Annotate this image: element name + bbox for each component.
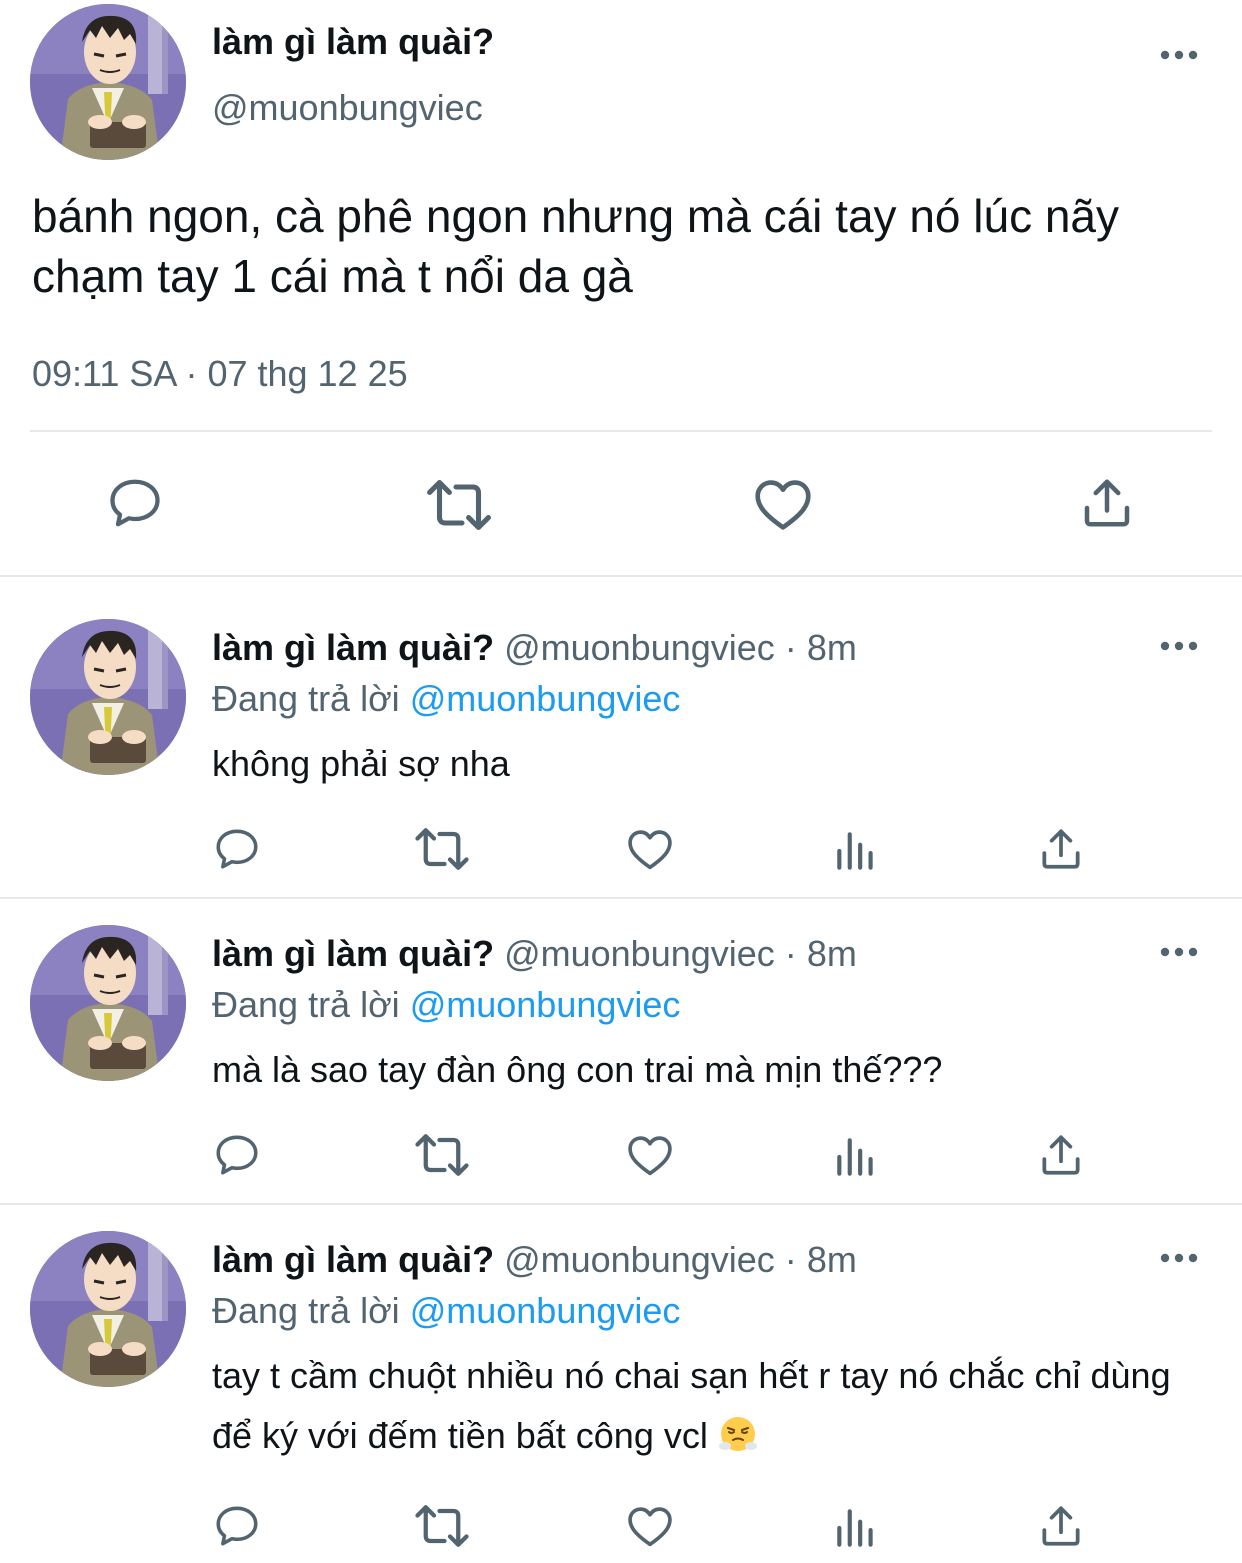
like-icon[interactable] xyxy=(750,471,816,537)
avatar[interactable] xyxy=(30,1231,186,1387)
divider xyxy=(0,575,1242,577)
replying-label: Đang trả lời xyxy=(212,1290,400,1331)
tweet-time[interactable]: 8m xyxy=(807,933,857,974)
display-name[interactable]: làm gì làm quài? xyxy=(212,1239,494,1280)
avatar[interactable] xyxy=(30,619,186,775)
avatar[interactable] xyxy=(30,4,186,160)
user-handle[interactable]: @muonbungviec xyxy=(504,1239,775,1280)
reply-icon[interactable] xyxy=(105,473,165,533)
replying-to-link[interactable]: @muonbungviec xyxy=(410,678,681,719)
tweet-timestamp[interactable]: 09:11 SA · 07 thg 12 25 xyxy=(32,352,408,396)
separator: · xyxy=(784,1239,797,1280)
views-icon[interactable] xyxy=(831,1132,881,1182)
replying-to: Đang trả lời @muonbungviec xyxy=(212,677,680,721)
divider xyxy=(30,430,1212,432)
retweet-icon[interactable] xyxy=(412,1496,472,1556)
user-handle[interactable]: @muonbungviec xyxy=(504,627,775,668)
divider xyxy=(0,1203,1242,1205)
reply-icon[interactable] xyxy=(212,1501,262,1551)
views-icon[interactable] xyxy=(831,826,881,876)
views-icon[interactable] xyxy=(831,1503,881,1553)
more-options-icon[interactable] xyxy=(1159,49,1199,61)
more-options-icon[interactable] xyxy=(1159,640,1199,652)
reply-header: làm gì làm quài? @muonbungviec · 8m xyxy=(212,1238,857,1282)
separator: · xyxy=(784,933,797,974)
share-icon[interactable] xyxy=(1077,473,1137,533)
tweet-text: bánh ngon, cà phê ngon nhưng mà cái tay … xyxy=(32,190,1120,302)
like-icon[interactable] xyxy=(624,1500,676,1552)
reply-header: làm gì làm quài? @muonbungviec · 8m xyxy=(212,932,857,976)
avatar-image xyxy=(30,619,186,775)
replying-to-link[interactable]: @muonbungviec xyxy=(410,1290,681,1331)
reply-text: mà là sao tay đàn ông con trai mà mịn th… xyxy=(212,1049,943,1090)
avatar-image xyxy=(30,4,186,160)
tweet-time[interactable]: 8m xyxy=(807,627,857,668)
display-name[interactable]: làm gì làm quài? xyxy=(212,20,494,64)
more-options-icon[interactable] xyxy=(1159,946,1199,958)
retweet-icon[interactable] xyxy=(423,469,495,541)
reply-text: không phải sợ nha xyxy=(212,743,510,784)
replying-label: Đang trả lời xyxy=(212,984,400,1025)
reply-icon[interactable] xyxy=(212,824,262,874)
share-icon[interactable] xyxy=(1036,1501,1086,1551)
user-handle[interactable]: @muonbungviec xyxy=(212,86,483,130)
reply-icon[interactable] xyxy=(212,1130,262,1180)
replying-to-link[interactable]: @muonbungviec xyxy=(410,984,681,1025)
display-name[interactable]: làm gì làm quài? xyxy=(212,933,494,974)
replying-to: Đang trả lời @muonbungviec xyxy=(212,1289,680,1333)
user-handle[interactable]: @muonbungviec xyxy=(504,933,775,974)
retweet-icon[interactable] xyxy=(412,1125,472,1185)
share-icon[interactable] xyxy=(1036,1130,1086,1180)
share-icon[interactable] xyxy=(1036,824,1086,874)
like-icon[interactable] xyxy=(624,823,676,875)
separator: · xyxy=(784,627,797,668)
replying-to: Đang trả lời @muonbungviec xyxy=(212,983,680,1027)
replying-label: Đang trả lời xyxy=(212,678,400,719)
tweet-time[interactable]: 8m xyxy=(807,1239,857,1280)
steaming-face-emoji-icon xyxy=(718,1417,757,1451)
avatar[interactable] xyxy=(30,925,186,1081)
reply-header: làm gì làm quài? @muonbungviec · 8m xyxy=(212,626,857,670)
avatar-image xyxy=(30,925,186,1081)
avatar-image xyxy=(30,1231,186,1387)
divider xyxy=(0,897,1242,899)
retweet-icon[interactable] xyxy=(412,819,472,879)
reply-text: tay t cầm chuột nhiều nó chai sạn hết r … xyxy=(212,1355,1171,1456)
like-icon[interactable] xyxy=(624,1129,676,1181)
display-name[interactable]: làm gì làm quài? xyxy=(212,627,494,668)
reply-text-block: tay t cầm chuột nhiều nó chai sạn hết r … xyxy=(212,1346,1192,1466)
more-options-icon[interactable] xyxy=(1159,1252,1199,1264)
